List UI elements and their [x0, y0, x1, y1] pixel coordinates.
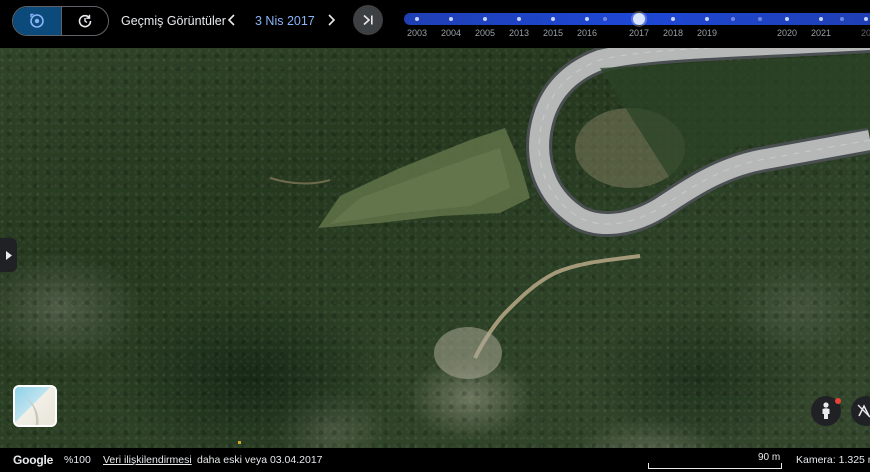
timeline-dot[interactable]	[585, 17, 589, 21]
timeline-year-2018[interactable]: 2018	[663, 28, 683, 38]
data-attribution-link[interactable]: Veri ilişkilendirmesi	[103, 454, 192, 466]
timeline-year-20[interactable]: 20	[861, 28, 870, 38]
timeline-year-2004[interactable]: 2004	[441, 28, 461, 38]
timeline-dot-minor[interactable]	[840, 17, 844, 21]
google-logo: Google	[13, 453, 54, 467]
timeline-year-2017[interactable]: 2017	[629, 28, 649, 38]
timeline-year-2003[interactable]: 2003	[407, 28, 427, 38]
skip-to-latest-icon	[363, 14, 373, 26]
dirt-track	[473, 254, 641, 359]
history-eye-icon[interactable]	[13, 7, 61, 35]
imagery-date-info: daha eski veya 03.04.2017	[197, 454, 323, 466]
timeline-year-2015[interactable]: 2015	[543, 28, 563, 38]
timeline-year-2005[interactable]: 2005	[475, 28, 495, 38]
scale-bar[interactable]	[648, 463, 782, 469]
timeline-dot[interactable]	[705, 17, 709, 21]
map-layer-thumbnail[interactable]	[13, 385, 57, 427]
rocky-patch	[434, 327, 502, 379]
timeline-dot[interactable]	[517, 17, 521, 21]
status-bar: Google %100 Veri ilişkilendirmesi daha e…	[0, 448, 870, 472]
timeline-year-2019[interactable]: 2019	[697, 28, 717, 38]
chevron-left-icon[interactable]	[225, 11, 239, 29]
collapse-panel-button[interactable]	[0, 238, 17, 272]
scale-label: 90 m	[758, 452, 781, 463]
chevron-right-icon	[5, 250, 12, 260]
layer-thumbnail-coastline	[15, 393, 47, 425]
timeline-year-2020[interactable]: 2020	[777, 28, 797, 38]
historical-imagery-bar: Geçmiş Görüntüler 3 Nis 2017 2003 2004 200…	[0, 0, 870, 48]
map-features	[269, 48, 870, 379]
timeline-dot[interactable]	[449, 17, 453, 21]
timeline-dot[interactable]	[671, 17, 675, 21]
timeline-dot[interactable]	[819, 17, 823, 21]
timeline-year-2013[interactable]: 2013	[509, 28, 529, 38]
zoom-level: %100	[64, 454, 91, 466]
timeline-handle[interactable]	[633, 13, 645, 25]
history-toggle-group	[12, 6, 109, 36]
pegman-badge	[835, 398, 841, 404]
timeline-dot[interactable]	[551, 17, 555, 21]
timeline-dot[interactable]	[415, 17, 419, 21]
timeline-year-2016[interactable]: 2016	[577, 28, 597, 38]
timeline-dot[interactable]	[864, 17, 868, 21]
history-reset-icon[interactable]	[60, 7, 109, 35]
timeline-dot[interactable]	[785, 17, 789, 21]
history-title: Geçmiş Görüntüler	[121, 14, 226, 28]
satellite-map[interactable]	[0, 48, 870, 448]
timeline-dot-minor[interactable]	[731, 17, 735, 21]
history-date: 3 Nis 2017	[255, 14, 315, 28]
skip-to-latest-button[interactable]	[353, 5, 383, 35]
timeline-year-2021[interactable]: 2021	[811, 28, 831, 38]
pegman-icon	[822, 402, 830, 419]
timeline-dot-minor[interactable]	[603, 17, 607, 21]
compass-icon	[857, 404, 870, 418]
camera-altitude: Kamera: 1.325 m	[796, 454, 870, 466]
chevron-right-icon[interactable]	[324, 11, 338, 29]
footpath	[269, 177, 331, 185]
timeline-dot[interactable]	[483, 17, 487, 21]
timeline-dot-minor[interactable]	[758, 17, 762, 21]
cursor-marker	[238, 441, 241, 444]
